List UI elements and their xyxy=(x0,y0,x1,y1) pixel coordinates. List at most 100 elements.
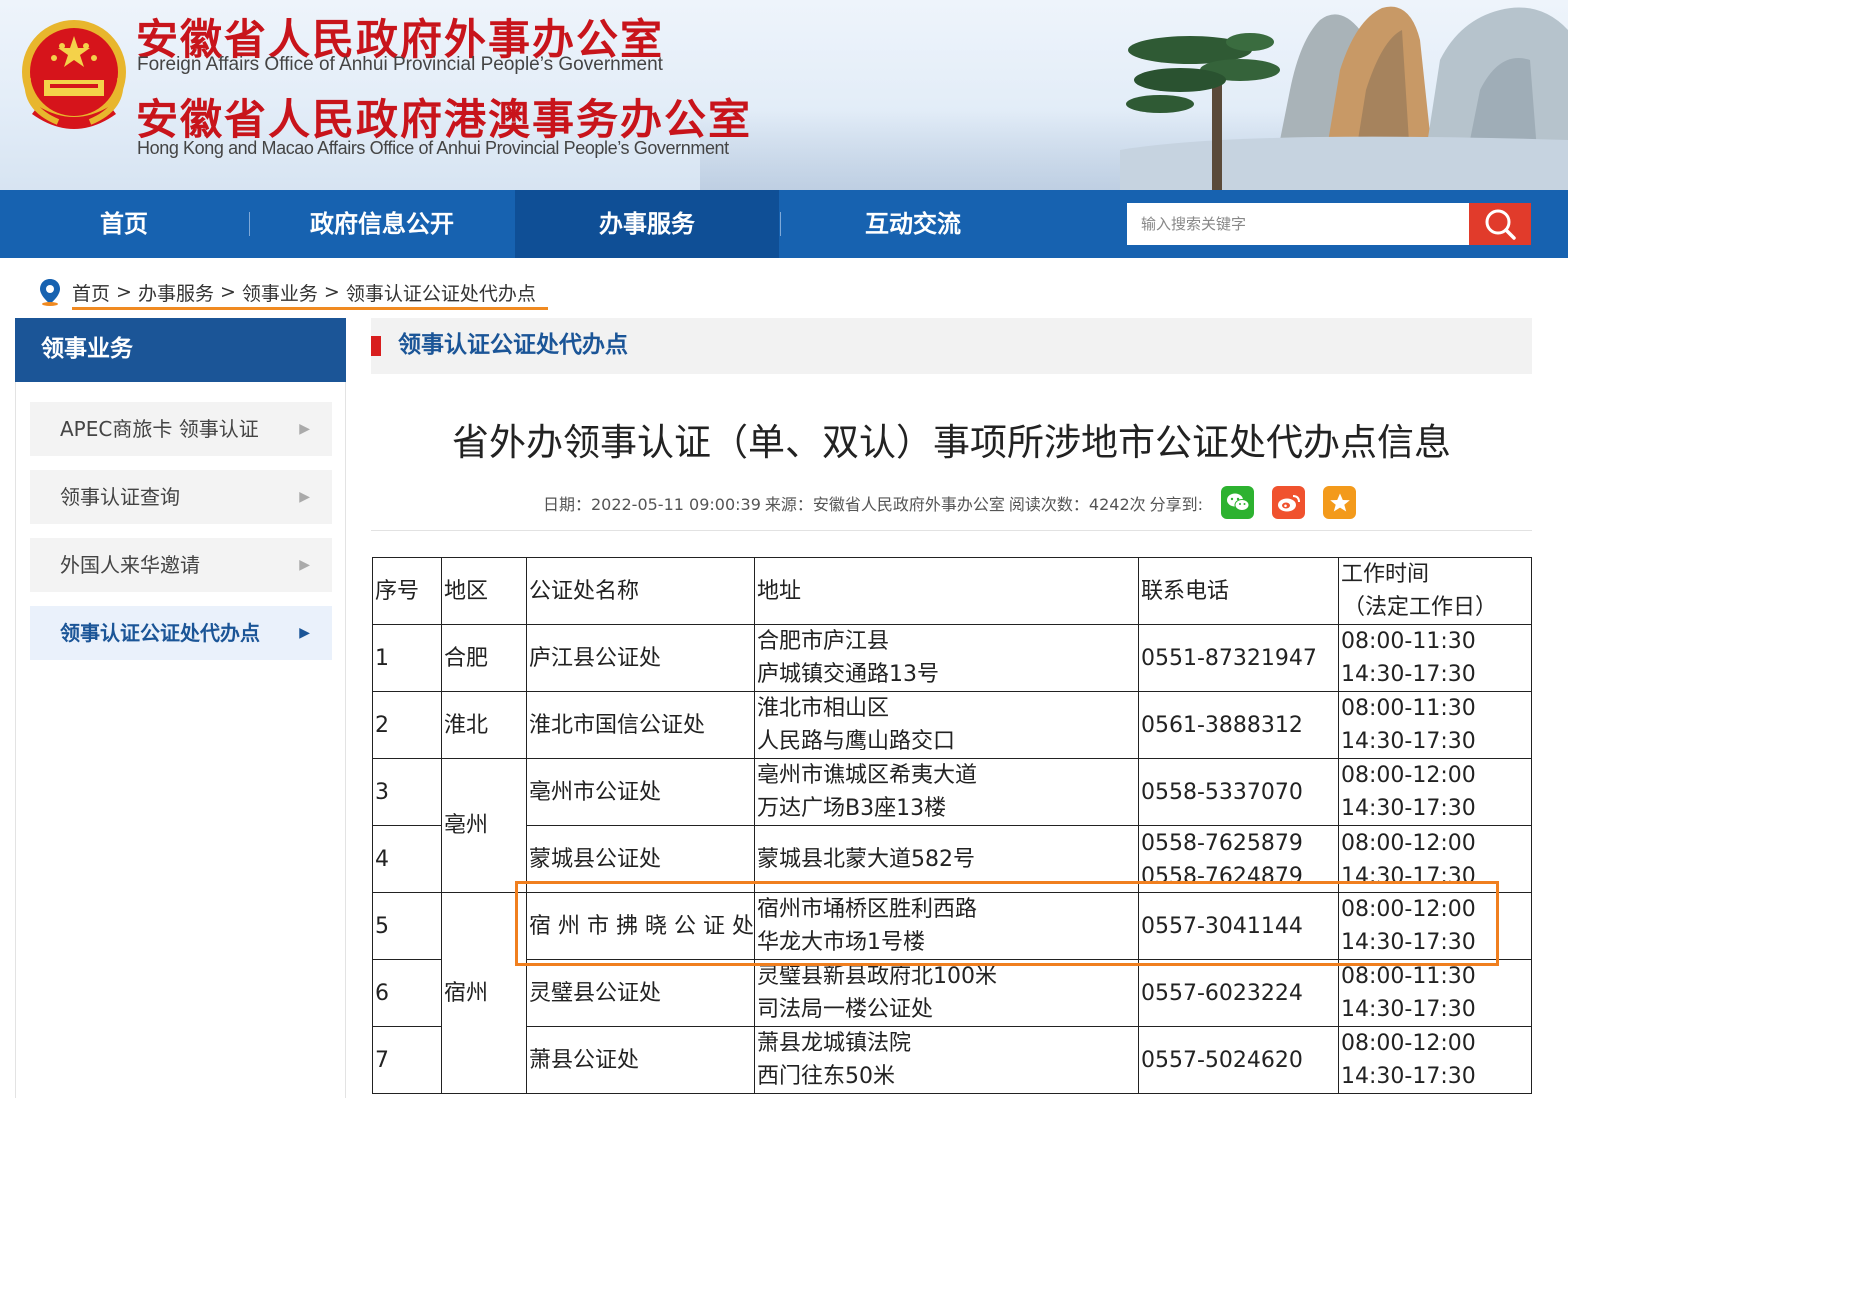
sidebar-item-label: APEC商旅卡 领事认证 xyxy=(60,417,259,441)
breadcrumb-link-current[interactable]: 领事认证公证处代办点 xyxy=(346,283,536,305)
cell-address: 灵璧县新县政府北100米 司法局一楼公证处 xyxy=(754,959,1139,1027)
cell-no: 1 xyxy=(372,624,442,692)
search-icon xyxy=(1485,209,1516,240)
cell-no: 7 xyxy=(372,1026,442,1094)
cell-hours: 08:00-11:30 14:30-17:30 xyxy=(1338,691,1532,759)
article-meta: 日期：2022-05-11 09:00:39 来源：安徽省人民政府外事办公室 阅… xyxy=(371,486,1532,519)
header-region: 地区 xyxy=(441,557,527,625)
cell-phone-line1: 0558-7625879 xyxy=(1141,830,1303,856)
chevron-right-icon: ▶ xyxy=(299,489,310,505)
cell-hours-am: 08:00-11:30 xyxy=(1341,696,1476,721)
header-hours: 工作时间 （法定工作日） xyxy=(1338,557,1532,625)
table-row: 3 亳州 亳州市公证处 亳州市谯城区希夷大道 万达广场B3座13楼 0558-53… xyxy=(372,758,1532,893)
chevron-right-icon: ▶ xyxy=(299,421,310,437)
cell-address-line1: 淮北市相山区 xyxy=(757,696,890,721)
cell-name: 庐江县公证处 xyxy=(526,624,755,692)
cell-name: 灵璧县公证处 xyxy=(526,959,755,1027)
cell-hours-pm: 14:30-17:30 xyxy=(1341,1064,1476,1089)
cell-no: 2 xyxy=(372,691,442,759)
cell-hours-pm: 14:30-17:30 xyxy=(1341,662,1476,687)
sidebar-item-label: 领事认证公证处代办点 xyxy=(60,621,260,645)
cell-address-line2: 庐城镇交通路13号 xyxy=(757,662,939,687)
search-button[interactable] xyxy=(1469,203,1531,245)
cell-address: 萧县龙城镇法院 西门往东50米 xyxy=(754,1026,1139,1094)
breadcrumb-link-services[interactable]: 办事服务 xyxy=(138,283,214,305)
cell-no: 3 xyxy=(372,758,442,826)
cell-hours-pm: 14:30-17:30 xyxy=(1341,997,1476,1022)
cell-phone: 0551-87321947 xyxy=(1138,624,1339,692)
nav-item-services[interactable]: 办事服务 xyxy=(515,190,779,258)
header-no: 序号 xyxy=(372,557,442,625)
cell-address-line2: 司法局一楼公证处 xyxy=(757,997,934,1022)
table-row: 7 萧县公证处 萧县龙城镇法院 西门往东50米 0557-5024620 08:0… xyxy=(372,1026,1532,1094)
cell-address-line2: 人民路与鹰山路交口 xyxy=(757,729,956,754)
breadcrumb-link-home[interactable]: 首页 xyxy=(72,283,110,305)
breadcrumb-underline xyxy=(72,307,548,310)
cell-hours-am: 08:00-12:00 xyxy=(1341,763,1476,788)
table-row: 2 淮北 淮北市国信公证处 淮北市相山区 人民路与鹰山路交口 0561-38883… xyxy=(372,691,1532,759)
cell-phone: 0557-5024620 xyxy=(1138,1026,1339,1094)
breadcrumb-link-consular[interactable]: 领事业务 xyxy=(242,283,318,305)
cell-address-line1: 亳州市谯城区希夷大道 xyxy=(757,763,978,788)
cell-hours-am: 08:00-12:00 xyxy=(1341,830,1476,856)
wechat-icon xyxy=(1226,493,1250,511)
cell-address: 亳州市谯城区希夷大道 万达广场B3座13楼 xyxy=(754,758,1139,826)
star-icon xyxy=(1329,493,1350,511)
cell-phone: 0561-3888312 xyxy=(1138,691,1339,759)
cell-region: 合肥 xyxy=(441,624,527,692)
sidebar-item-invitation[interactable]: 外国人来华邀请 ▶ xyxy=(30,538,332,592)
article-date: 日期：2022-05-11 09:00:39 xyxy=(542,494,761,514)
weibo-share-button[interactable] xyxy=(1272,486,1306,519)
cell-address-line1: 萧县龙城镇法院 xyxy=(757,1031,912,1056)
highlight-box xyxy=(515,881,1499,966)
sidebar-item-notary-agents[interactable]: 领事认证公证处代办点 ▶ xyxy=(30,606,332,660)
cell-no: 4 xyxy=(372,825,442,893)
breadcrumb-separator: > xyxy=(116,281,132,303)
nav-item-home[interactable]: 首页 xyxy=(0,190,248,258)
header-phone: 联系电话 xyxy=(1138,557,1339,625)
wechat-share-button[interactable] xyxy=(1221,486,1255,519)
favorite-share-button[interactable] xyxy=(1323,486,1357,519)
sidebar-item-apec[interactable]: APEC商旅卡 领事认证 ▶ xyxy=(30,402,332,456)
column-header: 领事认证公证处代办点 xyxy=(371,318,1532,374)
meta-divider xyxy=(371,530,1532,531)
article-title: 省外办领事认证（单、双认）事项所涉地市公证处代办点信息 xyxy=(452,421,1451,464)
header-hours-line2: （法定工作日） xyxy=(1343,595,1498,620)
cell-hours: 08:00-11:30 14:30-17:30 xyxy=(1338,959,1532,1027)
cell-hours-am: 08:00-12:00 xyxy=(1341,1031,1476,1056)
cell-hours: 08:00-12:00 14:30-17:30 xyxy=(1338,1026,1532,1094)
nav-item-interaction[interactable]: 互动交流 xyxy=(781,190,1045,258)
cell-region: 宿州 xyxy=(441,892,527,1094)
notary-office-table: 序号 地区 公证处名称 地址 联系电话 工作时间 （法定工作日） 1 合肥 庐江… xyxy=(372,557,1532,1094)
cell-address-line2: 万达广场B3座13楼 xyxy=(757,796,947,821)
column-marker xyxy=(371,336,381,356)
share-label: 分享到: xyxy=(1149,494,1204,514)
cell-name: 萧县公证处 xyxy=(526,1026,755,1094)
breadcrumb: 首页 > 办事服务 > 领事业务 > 领事认证公证处代办点 xyxy=(38,272,536,312)
search-input[interactable] xyxy=(1127,203,1469,245)
location-pin-icon xyxy=(40,279,60,306)
header-address: 地址 xyxy=(754,557,1139,625)
sidebar-item-label: 外国人来华邀请 xyxy=(60,553,200,577)
site-header: 安徽省人民政府外事办公室 Foreign Affairs Office of A… xyxy=(0,0,1568,190)
breadcrumb-separator: > xyxy=(219,281,236,303)
header-name: 公证处名称 xyxy=(526,557,755,625)
weibo-icon xyxy=(1277,494,1300,511)
column-title: 领事认证公证处代办点 xyxy=(398,332,628,358)
mountain-pine-scenery xyxy=(1120,6,1568,190)
cell-address: 合肥市庐江县 庐城镇交通路13号 xyxy=(754,624,1139,692)
cell-phone: 0558-5337070 xyxy=(1138,758,1339,826)
site-subtitle-hk-macao: Hong Kong and Macao Affairs Office of An… xyxy=(137,138,729,158)
chevron-right-icon: ▶ xyxy=(299,625,310,641)
sidebar-item-label: 领事认证查询 xyxy=(60,485,180,509)
cell-hours-am: 08:00-11:30 xyxy=(1341,629,1476,654)
cell-hours: 08:00-12:00 14:30-17:30 xyxy=(1338,758,1532,826)
nav-item-gov-info[interactable]: 政府信息公开 xyxy=(250,190,514,258)
header-hours-line1: 工作时间 xyxy=(1341,562,1430,587)
table-header-row: 序号 地区 公证处名称 地址 联系电话 工作时间 （法定工作日） xyxy=(372,557,1532,625)
cell-no: 6 xyxy=(372,959,442,1027)
table-row: 1 合肥 庐江县公证处 合肥市庐江县 庐城镇交通路13号 0551-8732194… xyxy=(372,624,1532,692)
cell-hours: 08:00-11:30 14:30-17:30 xyxy=(1338,624,1532,692)
sidebar-title: 领事业务 xyxy=(15,318,346,390)
sidebar-item-cert-query[interactable]: 领事认证查询 ▶ xyxy=(30,470,332,524)
